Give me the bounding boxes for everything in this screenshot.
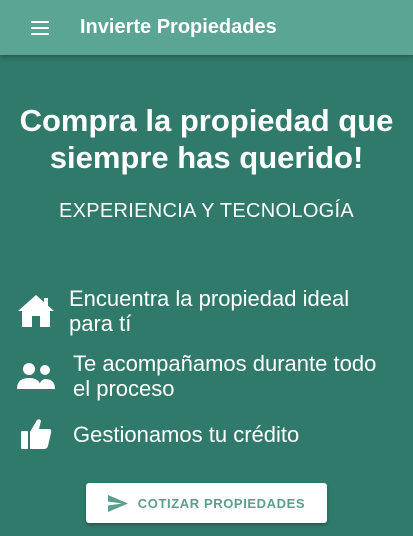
- house-icon: [16, 294, 56, 328]
- feature-item-find-property: Encuentra la propiedad ideal para tí: [16, 286, 369, 336]
- menu-icon: [31, 20, 49, 35]
- app-bar: Invierte Propiedades: [0, 0, 413, 55]
- thumbs-up-icon: [16, 417, 56, 451]
- menu-button[interactable]: [27, 15, 53, 41]
- hero-subtitle: EXPERIENCIA Y TECNOLOGÍA: [58, 200, 355, 222]
- feature-item-credit: Gestionamos tu crédito: [16, 417, 299, 451]
- send-icon: [107, 494, 128, 512]
- feature-text: Encuentra la propiedad ideal para tí: [69, 286, 350, 336]
- main-content: Compra la propiedad que siempre has quer…: [0, 55, 413, 536]
- quote-properties-button[interactable]: COTIZAR PROPIEDADES: [86, 483, 327, 523]
- hero-title: Compra la propiedad que siempre has quer…: [19, 103, 394, 175]
- app-title: Invierte Propiedades: [80, 16, 277, 38]
- feature-text: Te acompañamos durante todo el proceso: [73, 351, 377, 401]
- people-icon: [16, 362, 56, 390]
- quote-properties-label: COTIZAR PROPIEDADES: [137, 495, 306, 511]
- feature-text: Gestionamos tu crédito: [73, 421, 300, 447]
- feature-item-accompany: Te acompañamos durante todo el proceso: [16, 351, 383, 401]
